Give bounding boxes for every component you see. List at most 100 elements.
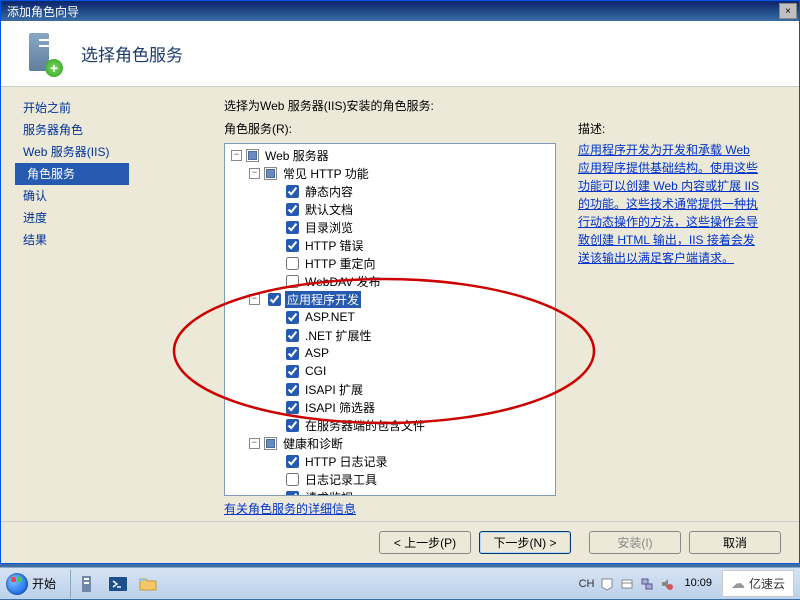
checkbox[interactable]	[286, 419, 299, 432]
next-button[interactable]: 下一步(N) >	[479, 531, 571, 554]
checkbox[interactable]	[286, 347, 299, 360]
checkbox-partial[interactable]	[264, 167, 277, 180]
sidebar-item-step-0[interactable]: 开始之前	[19, 97, 164, 119]
collapse-icon[interactable]: −	[249, 438, 260, 449]
description-link[interactable]: 应用程序开发	[578, 143, 650, 157]
cloud-icon: ☁	[731, 575, 745, 592]
collapse-icon[interactable]: −	[249, 294, 260, 305]
tree-node-label[interactable]: 日志记录工具	[303, 471, 379, 488]
action-center-icon[interactable]	[600, 577, 614, 591]
titlebar[interactable]: 添加角色向导 ×	[1, 1, 799, 21]
tree-node[interactable]: · WebDAV 发布	[231, 272, 555, 290]
tree-node[interactable]: ·ISAPI 扩展	[231, 380, 555, 398]
sidebar-item-step-4[interactable]: 确认	[19, 185, 164, 207]
tree-node-label[interactable]: 目录浏览	[303, 219, 355, 236]
sidebar-item-step-3[interactable]: 角色服务	[15, 163, 129, 185]
tree-node[interactable]: ·ASP	[231, 344, 555, 362]
tree-node-label[interactable]: 在服务器端的包含文件	[303, 417, 427, 434]
checkbox[interactable]	[286, 203, 299, 216]
checkbox[interactable]	[286, 275, 299, 288]
checkbox[interactable]	[286, 329, 299, 342]
tree-node[interactable]: · 默认文档	[231, 200, 555, 218]
tree-node-label[interactable]: .NET 扩展性	[303, 327, 373, 344]
language-indicator[interactable]: CH	[579, 578, 595, 590]
tree-node[interactable]: − 常见 HTTP 功能	[231, 164, 555, 182]
volume-icon[interactable]	[660, 577, 674, 591]
tree-node[interactable]: ·ASP.NET	[231, 308, 555, 326]
tree-node-label[interactable]: CGI	[303, 364, 328, 378]
role-service-tree[interactable]: −Web 服务器−常见 HTTP 功能·静态内容·默认文档·目录浏览·HTTP …	[224, 143, 556, 496]
tree-node[interactable]: ·在服务器端的包含文件	[231, 416, 555, 434]
tree-node-label[interactable]: 健康和诊断	[281, 435, 345, 452]
tree-node-label[interactable]: 请求监视	[303, 489, 355, 497]
checkbox[interactable]	[286, 185, 299, 198]
tree-node-label[interactable]: HTTP 日志记录	[303, 453, 389, 470]
tree-node[interactable]: − 健康和诊断	[231, 434, 555, 452]
server-manager-taskbar-icon[interactable]	[76, 572, 100, 596]
tree-node-label[interactable]: 默认文档	[303, 201, 355, 218]
install-button[interactable]: 安装(I)	[589, 531, 681, 554]
tree-node[interactable]: · 请求监视	[231, 488, 555, 496]
tray-options-icon[interactable]	[620, 577, 634, 591]
tree-node[interactable]: ·日志记录工具	[231, 470, 555, 488]
expander-spacer: ·	[267, 402, 278, 413]
checkbox[interactable]	[286, 401, 299, 414]
checkbox[interactable]	[286, 455, 299, 468]
tree-node[interactable]: · 目录浏览	[231, 218, 555, 236]
checkbox[interactable]	[286, 257, 299, 270]
server-add-icon: +	[21, 33, 61, 75]
tree-node-label[interactable]: 静态内容	[303, 183, 355, 200]
expander-spacer: ·	[267, 276, 278, 287]
tree-node-label[interactable]: Web 服务器	[263, 147, 331, 164]
explorer-taskbar-icon[interactable]	[136, 572, 160, 596]
network-icon[interactable]	[640, 577, 654, 591]
tree-node[interactable]: ·HTTP 错误	[231, 236, 555, 254]
tree-node-label[interactable]: ISAPI 扩展	[303, 381, 365, 398]
checkbox[interactable]	[286, 491, 299, 497]
expander-spacer: ·	[267, 492, 278, 497]
tree-node[interactable]: ·静态内容	[231, 182, 555, 200]
tree-node[interactable]: − 应用程序开发	[231, 290, 555, 308]
cancel-button[interactable]: 取消	[689, 531, 781, 554]
checkbox[interactable]	[286, 221, 299, 234]
checkbox-partial[interactable]	[246, 149, 259, 162]
checkbox[interactable]	[286, 311, 299, 324]
tree-node[interactable]: ·HTTP 日志记录	[231, 452, 555, 470]
close-button[interactable]: ×	[779, 3, 797, 19]
tree-node-label[interactable]: HTTP 错误	[303, 237, 365, 254]
sidebar-item-step-6[interactable]: 结果	[19, 229, 164, 251]
tree-node[interactable]: · CGI	[231, 362, 555, 380]
tree-node-label[interactable]: ASP.NET	[303, 310, 357, 324]
previous-button[interactable]: < 上一步(P)	[379, 531, 471, 554]
start-button[interactable]: 开始	[0, 568, 68, 600]
tree-node[interactable]: − Web 服务器	[231, 146, 555, 164]
tree-node[interactable]: ·HTTP 重定向	[231, 254, 555, 272]
tree-node-label[interactable]: 应用程序开发	[285, 291, 361, 308]
checkbox[interactable]	[286, 239, 299, 252]
tree-node[interactable]: ·.NET 扩展性	[231, 326, 555, 344]
sidebar-item-step-5[interactable]: 进度	[19, 207, 164, 229]
collapse-icon[interactable]: −	[249, 168, 260, 179]
expander-spacer: ·	[267, 366, 278, 377]
tree-node-label[interactable]: WebDAV 发布	[303, 273, 383, 290]
expander-spacer: ·	[267, 204, 278, 215]
tree-node-label[interactable]: 常见 HTTP 功能	[281, 165, 371, 182]
brand-text: 亿速云	[749, 575, 785, 592]
expander-spacer: ·	[267, 222, 278, 233]
checkbox[interactable]	[286, 365, 299, 378]
sidebar-item-step-1[interactable]: 服务器角色	[19, 119, 164, 141]
collapse-icon[interactable]: −	[231, 150, 242, 161]
powershell-taskbar-icon[interactable]	[106, 572, 130, 596]
tree-node-label[interactable]: ISAPI 筛选器	[303, 399, 377, 416]
checkbox[interactable]	[286, 383, 299, 396]
tree-node-label[interactable]: ASP	[303, 346, 331, 360]
tree-node[interactable]: · ISAPI 筛选器	[231, 398, 555, 416]
checkbox[interactable]	[268, 293, 281, 306]
more-info-link[interactable]: 有关角色服务的详细信息	[224, 500, 356, 517]
checkbox-partial[interactable]	[264, 437, 277, 450]
tree-node-label[interactable]: HTTP 重定向	[303, 255, 377, 272]
sidebar-item-step-2[interactable]: Web 服务器(IIS)	[19, 141, 164, 163]
taskbar[interactable]: 开始 CH 10:09 ☁ 亿速云	[0, 567, 800, 599]
checkbox[interactable]	[286, 473, 299, 486]
clock[interactable]: 10:09	[680, 577, 716, 590]
